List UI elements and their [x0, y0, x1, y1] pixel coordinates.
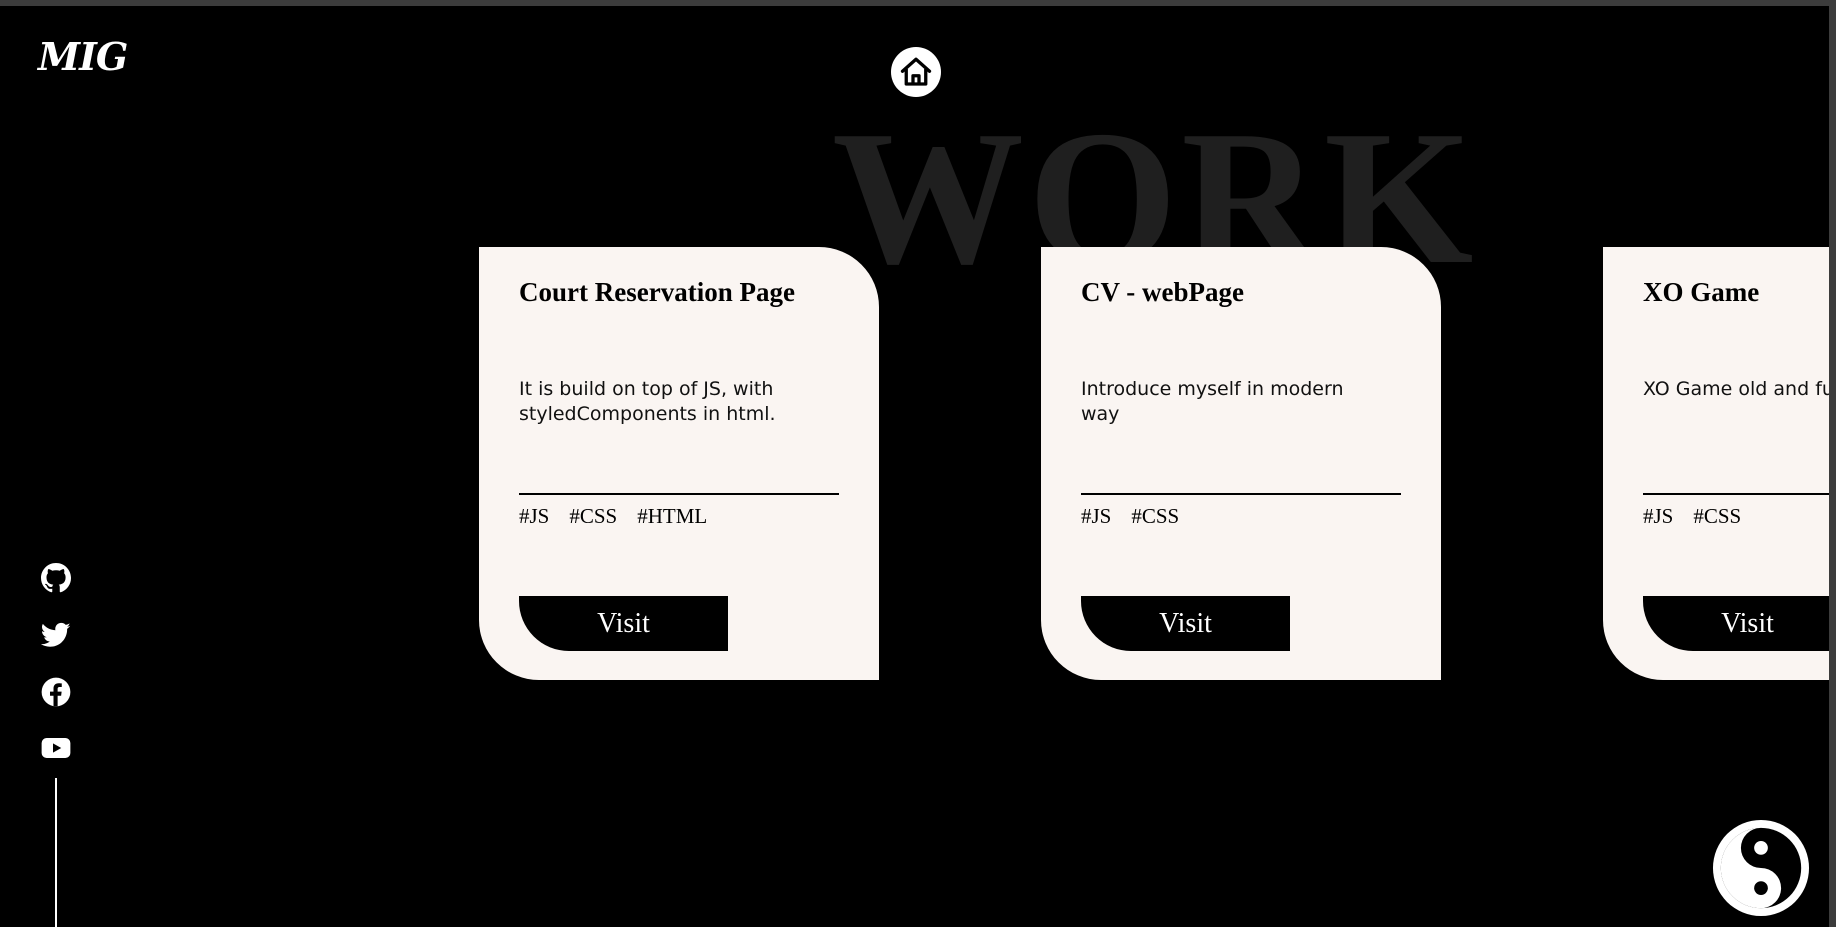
youtube-icon	[41, 738, 71, 758]
project-card: CV - webPage Introduce myself in modern …	[1041, 247, 1441, 680]
card-divider	[1081, 493, 1401, 495]
visit-button[interactable]: Visit	[1643, 596, 1829, 651]
site-logo[interactable]: MIG	[38, 38, 128, 76]
twitter-link[interactable]	[41, 620, 71, 650]
visit-button[interactable]: Visit	[519, 596, 728, 651]
tag: #CSS	[569, 504, 618, 528]
tag: #JS	[519, 504, 550, 528]
social-divider-line	[55, 778, 57, 927]
home-button[interactable]	[891, 47, 941, 97]
github-icon	[41, 563, 71, 593]
project-tags: #JS #CSS	[1643, 504, 1741, 529]
tag: #CSS	[1693, 504, 1742, 528]
project-title: CV - webPage	[1081, 277, 1244, 307]
tag: #CSS	[1131, 504, 1180, 528]
project-description: Introduce myself in modern way	[1081, 378, 1344, 425]
theme-toggle-button[interactable]	[1712, 819, 1810, 917]
project-description: XO Game old and fun game	[1643, 378, 1829, 400]
browser-top-bar	[0, 0, 1836, 6]
project-description: It is build on top of JS, with styledCom…	[519, 378, 776, 425]
twitter-icon	[41, 622, 71, 647]
yin-yang-icon	[1712, 819, 1810, 917]
tag: #JS	[1643, 504, 1674, 528]
card-divider	[1643, 493, 1829, 495]
scrollbar[interactable]	[1829, 6, 1836, 927]
visit-button[interactable]: Visit	[1081, 596, 1290, 651]
facebook-icon	[41, 677, 71, 707]
youtube-link[interactable]	[41, 733, 71, 763]
project-tags: #JS #CSS #HTML	[519, 504, 707, 529]
tag: #JS	[1081, 504, 1112, 528]
tag: #HTML	[637, 504, 708, 528]
card-divider	[519, 493, 839, 495]
project-title: Court Reservation Page	[519, 277, 795, 307]
github-link[interactable]	[41, 563, 71, 593]
project-title: XO Game	[1643, 277, 1760, 307]
project-card: XO Game XO Game old and fun game #JS #CS…	[1603, 247, 1829, 680]
facebook-link[interactable]	[41, 677, 71, 707]
project-tags: #JS #CSS	[1081, 504, 1179, 529]
home-icon	[900, 57, 932, 86]
project-card: Court Reservation Page It is build on to…	[479, 247, 879, 680]
